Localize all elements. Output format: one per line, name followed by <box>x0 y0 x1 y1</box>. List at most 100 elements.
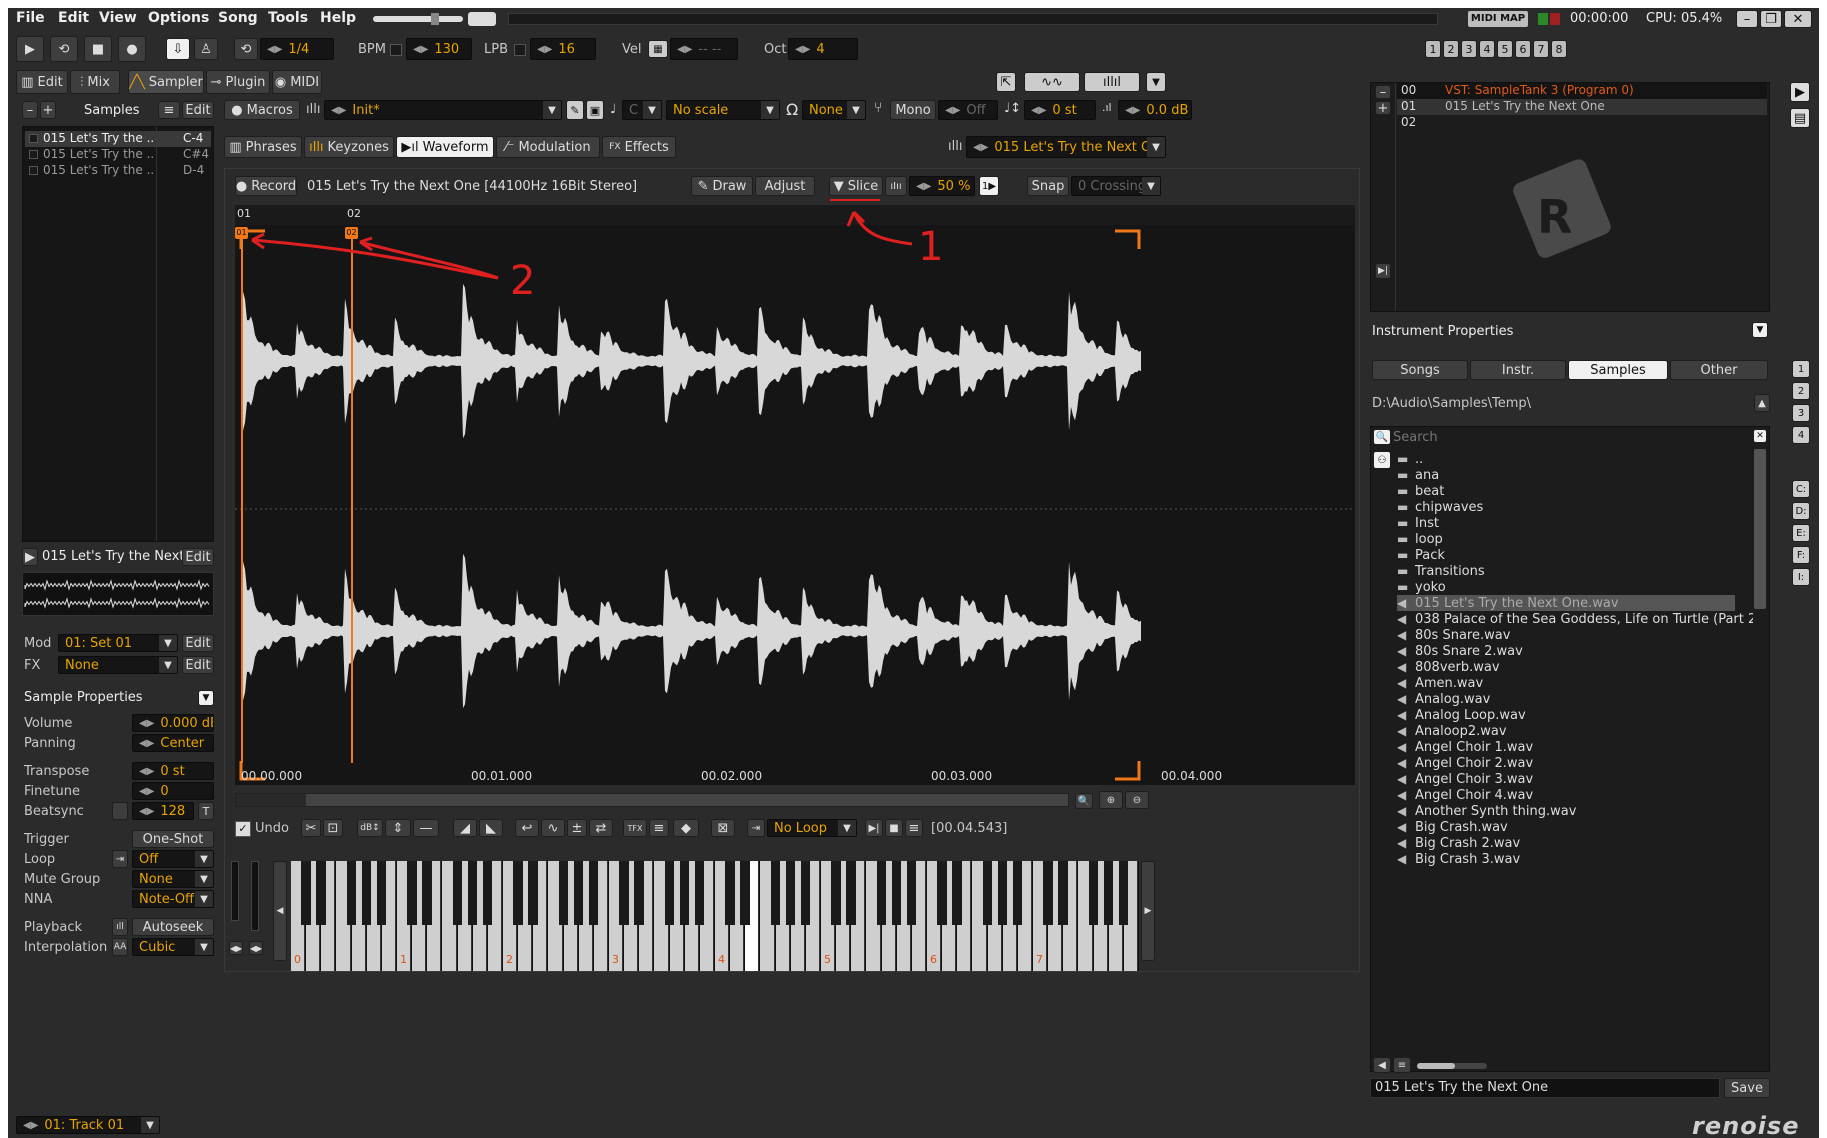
menu-file[interactable]: File <box>16 10 45 26</box>
stop-sample-icon[interactable]: ■ <box>885 819 903 837</box>
mod-edit-button[interactable]: Edit <box>182 634 214 652</box>
tab-plugin[interactable]: ⊸ Plugin <box>206 70 270 94</box>
quick-access-button-2[interactable]: 2 <box>1792 382 1810 400</box>
tfx-icon[interactable]: TFX <box>623 819 647 837</box>
minimize-button[interactable]: – <box>1736 10 1758 28</box>
instrument-list-item[interactable]: 02 <box>1397 115 1767 131</box>
loop-pattern-button[interactable]: ⟲ <box>234 38 258 60</box>
trigger-button[interactable]: One-Shot <box>132 830 214 848</box>
piano-black-key[interactable] <box>452 861 463 925</box>
piano-black-key[interactable] <box>1058 861 1068 925</box>
macros-button[interactable]: ● Macros <box>224 100 300 120</box>
piano-black-key[interactable] <box>558 861 569 925</box>
file-item[interactable]: ◀ 80s Snare.wav <box>1397 627 1735 643</box>
fx-edit-button[interactable]: Edit <box>182 656 214 674</box>
view-options-dropdown[interactable]: ▼ <box>1146 72 1166 92</box>
finetune-field[interactable]: ◀▶ 0 <box>132 782 214 800</box>
piano-black-key[interactable] <box>407 861 417 925</box>
autoseek-button[interactable]: Autoseek <box>132 918 214 936</box>
pitch-wheel[interactable] <box>231 861 239 921</box>
diamond-icon[interactable]: ◆ <box>673 819 699 837</box>
playback-waveform-icon[interactable]: ıll <box>112 918 128 936</box>
preset-select[interactable]: ◀▶ Init* ▼ <box>324 100 562 120</box>
fade-in-icon[interactable]: ◢ <box>453 819 477 837</box>
browser-options-icon[interactable]: ⚇ <box>1373 451 1391 469</box>
file-item[interactable]: ◀ Angel Choir 3.wav <box>1397 771 1735 787</box>
piano-black-key[interactable] <box>997 861 1008 925</box>
menu-song[interactable]: Song <box>218 10 258 26</box>
loop-mode-select[interactable]: Off ▼ <box>132 850 214 868</box>
horizontal-scrollbar[interactable] <box>235 793 1069 807</box>
parent-folder-icon[interactable]: ▲ <box>1754 394 1770 412</box>
keyboard-scroll-right[interactable]: ▶ <box>1141 861 1155 961</box>
detach-icon[interactable]: ⇱ <box>996 72 1016 92</box>
loop-release-icon[interactable]: ⇥ <box>112 850 128 868</box>
key-select[interactable]: C ▼ <box>622 100 662 120</box>
folder-item[interactable]: ▬ ana <box>1397 467 1735 483</box>
instrument-list-item[interactable]: 01 015 Let's Try the Next One <box>1397 99 1767 115</box>
file-item[interactable]: ◀ Angel Choir 2.wav <box>1397 755 1735 771</box>
piano-black-key[interactable] <box>891 861 902 925</box>
instrument-volume-field[interactable]: ◀▶ 0.0 dB <box>1118 100 1192 120</box>
search-input[interactable] <box>1393 429 1727 445</box>
record-button[interactable]: ● <box>118 36 146 62</box>
cut-icon[interactable]: ✂ <box>301 819 321 837</box>
piano-black-key[interactable] <box>695 861 705 925</box>
velocity-keyboard-icon[interactable]: ▦ <box>648 40 668 58</box>
track-button-4[interactable]: 4 <box>1479 40 1495 58</box>
tab-samples[interactable]: Samples <box>1568 360 1668 380</box>
piano-black-key[interactable] <box>1119 861 1129 925</box>
sample-list-item[interactable]: 015 Let's Try the .. D-4 <box>25 163 211 179</box>
file-item[interactable]: ◀ Another Synth thing.wav <box>1397 803 1735 819</box>
silence-icon[interactable]: — <box>413 819 439 837</box>
instrument-properties-collapse-icon[interactable]: ▼ <box>1752 322 1768 338</box>
tab-instr[interactable]: Instr. <box>1470 360 1566 380</box>
piano-black-key[interactable] <box>346 861 357 925</box>
piano-black-key[interactable] <box>483 861 493 925</box>
transpose-field[interactable]: ◀▶ 0 st <box>132 762 214 780</box>
piano-black-key[interactable] <box>801 861 811 925</box>
track-button-7[interactable]: 7 <box>1533 40 1549 58</box>
channel-icon[interactable]: ⇄ <box>589 819 613 837</box>
beatsync-mode-button[interactable]: T <box>198 802 214 820</box>
scale-select[interactable]: No scale ▼ <box>666 100 780 120</box>
mod-wheel[interactable] <box>251 861 259 931</box>
lpb-checkbox[interactable] <box>514 44 526 56</box>
octave-down-icon[interactable]: ◀▶ <box>229 941 243 955</box>
dc-offset-icon[interactable]: ∿ <box>541 819 565 837</box>
tab-mix[interactable]: ⫶ Mix <box>70 70 120 94</box>
save-preset-icon[interactable]: ▣ <box>586 100 604 120</box>
piano-black-key[interactable] <box>770 861 781 925</box>
file-item[interactable]: ◀ Analoop2.wav <box>1397 723 1735 739</box>
menu-icon[interactable]: ≡ <box>905 819 923 837</box>
zoom-in-icon[interactable]: ⊕ <box>1099 791 1123 809</box>
pattern-step-field[interactable]: ◀▶ 1/4 <box>260 38 334 60</box>
tab-sampler[interactable]: ╱╲ Sampler <box>128 70 204 94</box>
zoom-search-icon[interactable]: 🔍 <box>1075 793 1093 809</box>
quick-access-button-6[interactable]: D: <box>1792 502 1810 520</box>
tab-songs[interactable]: Songs <box>1372 360 1468 380</box>
nna-select[interactable]: Note-Off ▼ <box>132 890 214 908</box>
quick-access-button-7[interactable]: E: <box>1792 524 1810 542</box>
save-button[interactable]: Save <box>1724 1078 1770 1098</box>
sample-properties-collapse-icon[interactable]: ▼ <box>198 690 214 706</box>
bpm-field[interactable]: ◀▶ 130 <box>406 38 472 60</box>
menu-help[interactable]: Help <box>320 10 356 26</box>
stretch-icon[interactable]: ⇕ <box>385 819 411 837</box>
list-icon[interactable]: ≡ <box>649 819 669 837</box>
volume-field[interactable]: ◀▶ 0.000 dB <box>132 714 214 732</box>
quick-access-button-1[interactable]: 1 <box>1792 360 1810 378</box>
stop-button[interactable]: ■ <box>84 36 112 62</box>
add-sample-button[interactable]: + <box>40 101 56 119</box>
piano-black-key[interactable] <box>377 861 387 925</box>
quick-access-button-4[interactable]: 4 <box>1792 426 1810 444</box>
phase-icon[interactable]: ± <box>567 819 587 837</box>
piano-black-key[interactable] <box>1013 861 1023 925</box>
browser-scrollbar[interactable] <box>1753 449 1767 1025</box>
samples-edit-button[interactable]: Edit <box>182 101 214 119</box>
close-button[interactable]: ✕ <box>1784 10 1812 28</box>
velocity-field[interactable]: ◀▶ -- -- <box>670 38 738 60</box>
keyboard-scroll-left[interactable]: ◀ <box>273 861 287 961</box>
track-button-8[interactable]: 8 <box>1551 40 1567 58</box>
quick-access-button-3[interactable]: 3 <box>1792 404 1810 422</box>
